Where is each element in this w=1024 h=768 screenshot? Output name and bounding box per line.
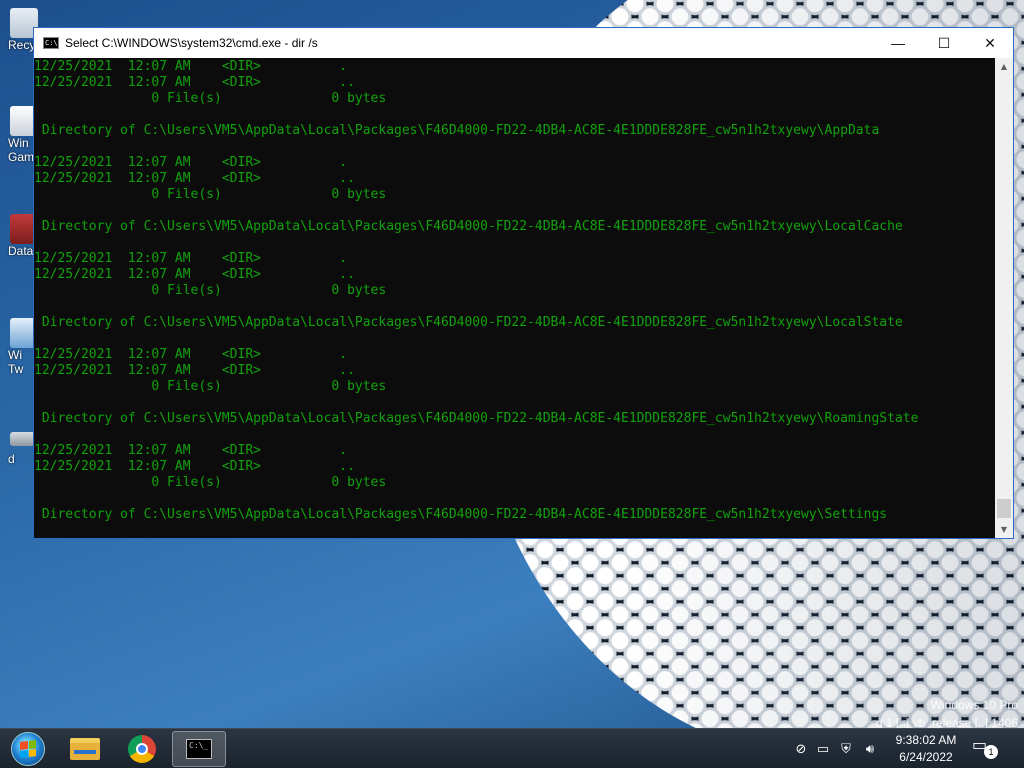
- taskbar-file-explorer[interactable]: [60, 731, 110, 767]
- console-line: 12/25/2021 12:07 AM <DIR> ..: [34, 267, 355, 282]
- chrome-icon: [128, 735, 156, 763]
- maximize-button[interactable]: ☐: [921, 28, 967, 58]
- vertical-scrollbar[interactable]: ▲ ▼: [995, 58, 1013, 538]
- cmd-icon: C:\_: [186, 739, 212, 759]
- console-line: 0 File(s) 0 bytes: [34, 283, 387, 298]
- network-icon[interactable]: ▭: [812, 742, 834, 757]
- console-line: Directory of C:\Users\VM5\AppData\Local\…: [34, 411, 919, 426]
- console-line: 0 File(s) 0 bytes: [34, 91, 387, 106]
- console-line: 12/25/2021 12:07 AM <DIR> ..: [34, 171, 355, 186]
- console-line: 12/25/2021 12:07 AM <DIR> .: [34, 347, 348, 362]
- console-line: Directory of C:\Users\VM5\AppData\Local\…: [34, 507, 888, 522]
- cmd-window[interactable]: C:\ Select C:\WINDOWS\system32\cmd.exe -…: [33, 27, 1014, 539]
- taskbar: C:\_ ⊘ ▭ ⛨ 🔊︎ 9:38:02 AM 6/24/2022 ▭ 1: [0, 728, 1024, 768]
- security-icon[interactable]: ⛨: [834, 742, 858, 757]
- console-line: 12/25/2021 12:07 AM <DIR> ..: [34, 75, 355, 90]
- console-line: 12/25/2021 12:07 AM <DIR> .: [34, 251, 348, 266]
- console-line: 0 File(s) 0 bytes: [34, 475, 387, 490]
- volume-icon[interactable]: 🔊︎: [858, 742, 882, 757]
- console-line: 0 File(s) 0 bytes: [34, 379, 387, 394]
- console-line: 12/25/2021 12:07 AM <DIR> ..: [34, 459, 355, 474]
- scrollbar-thumb[interactable]: [997, 499, 1011, 518]
- clock-date: 6/24/2022: [899, 750, 953, 764]
- minimize-button[interactable]: —: [875, 28, 921, 58]
- action-center-button[interactable]: ▭ 1: [972, 735, 998, 759]
- console-line: 12/25/2021 12:07 AM <DIR> .: [34, 443, 348, 458]
- clock-time: 9:38:02 AM: [895, 733, 957, 747]
- window-title: Select C:\WINDOWS\system32\cmd.exe - dir…: [65, 36, 318, 50]
- windows-logo-icon: [11, 732, 45, 766]
- console-output[interactable]: 12/25/2021 12:07 AM <DIR> . 12/25/2021 12…: [34, 58, 996, 538]
- console-line: 12/25/2021 12:07 AM <DIR> .: [34, 59, 348, 74]
- console-line: Directory of C:\Users\VM5\AppData\Local\…: [34, 219, 903, 234]
- console-line: 12/25/2021 12:07 AM <DIR> .: [34, 155, 348, 170]
- window-titlebar[interactable]: C:\ Select C:\WINDOWS\system32\cmd.exe -…: [34, 28, 1013, 58]
- taskbar-clock[interactable]: 9:38:02 AM 6/24/2022: [880, 732, 972, 766]
- console-line: 0 File(s) 0 bytes: [34, 187, 387, 202]
- network-off-icon[interactable]: ⊘: [790, 742, 812, 757]
- taskbar-chrome[interactable]: [117, 731, 167, 767]
- close-button[interactable]: ✕: [967, 28, 1013, 58]
- console-line: 12/25/2021 12:07 AM <DIR> ..: [34, 363, 355, 378]
- start-button[interactable]: [3, 731, 53, 767]
- console-line: Directory of C:\Users\VM5\AppData\Local\…: [34, 315, 903, 330]
- console-line: Directory of C:\Users\VM5\AppData\Local\…: [34, 123, 880, 138]
- system-tray: ⊘ ▭ ⛨ 🔊︎: [790, 729, 882, 768]
- scroll-up-arrow-icon[interactable]: ▲: [995, 58, 1013, 75]
- folder-icon: [70, 738, 100, 760]
- windows-watermark: Windows 10 Pro d 1 [..] vb_release [..] …: [875, 698, 1018, 728]
- cmd-app-icon[interactable]: C:\: [43, 37, 59, 49]
- scroll-down-arrow-icon[interactable]: ▼: [995, 521, 1013, 538]
- taskbar-command-prompt[interactable]: C:\_: [172, 731, 226, 767]
- notification-count-badge: 1: [984, 745, 998, 759]
